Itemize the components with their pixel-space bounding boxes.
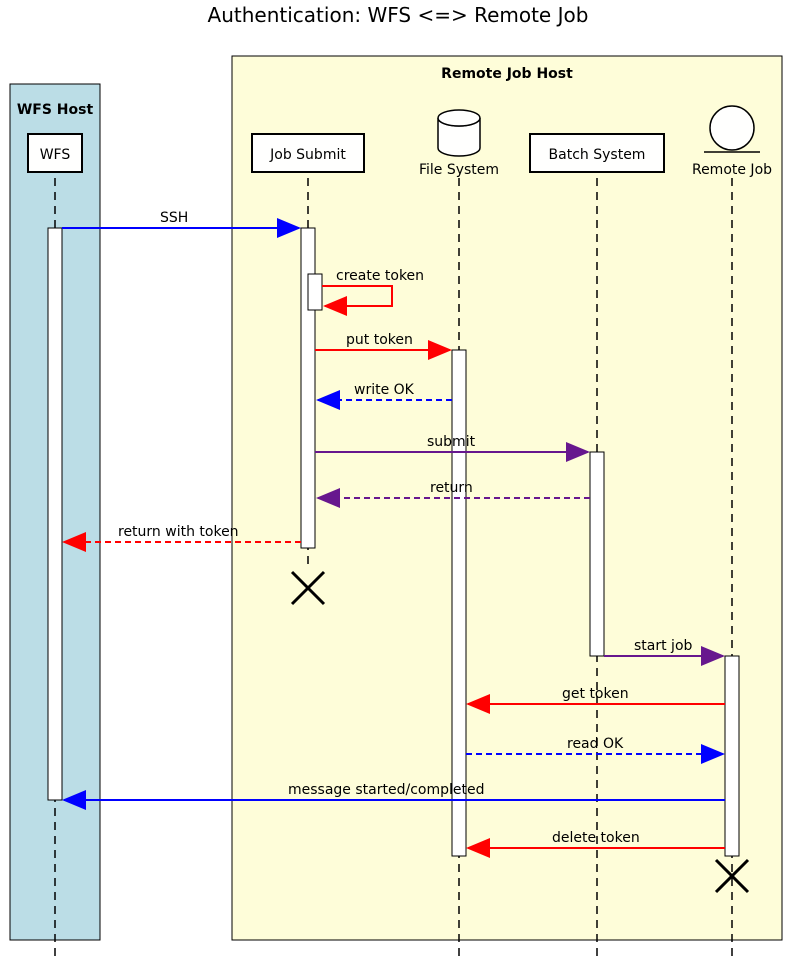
remote-job-participant-label: Remote Job [692,162,772,178]
batch-system-participant-label: Batch System [549,147,646,163]
msg-started-completed-label: message started/completed [288,782,484,798]
return-label: return [430,480,473,496]
batch-system-activation [590,452,604,656]
submit-label: submit [427,434,476,450]
return-with-token-label: return with token [118,524,239,540]
job-submit-activation2 [308,274,322,310]
job-submit-participant-label: Job Submit [269,147,346,163]
file-system-activation [452,350,466,856]
wfs-host-label: WFS Host [17,102,94,118]
write-ok-label: write OK [354,382,415,398]
file-system-participant [438,110,480,156]
put-token-label: put token [346,332,413,348]
read-ok-label: read OK [567,736,624,752]
create-token-label: create token [336,268,424,284]
sequence-diagram: Authentication: WFS <=> Remote Job WFS H… [0,0,797,974]
start-job-label: start job [634,638,693,654]
file-system-participant-label: File System [419,162,499,178]
wfs-participant-label: WFS [40,147,71,163]
wfs-activation [48,228,62,800]
delete-token-label: delete token [552,830,640,846]
remote-job-activation [725,656,739,856]
remote-job-host-label: Remote Job Host [441,66,573,82]
diagram-title: Authentication: WFS <=> Remote Job [208,3,589,27]
ssh-label: SSH [160,210,188,226]
get-token-label: get token [562,686,629,702]
